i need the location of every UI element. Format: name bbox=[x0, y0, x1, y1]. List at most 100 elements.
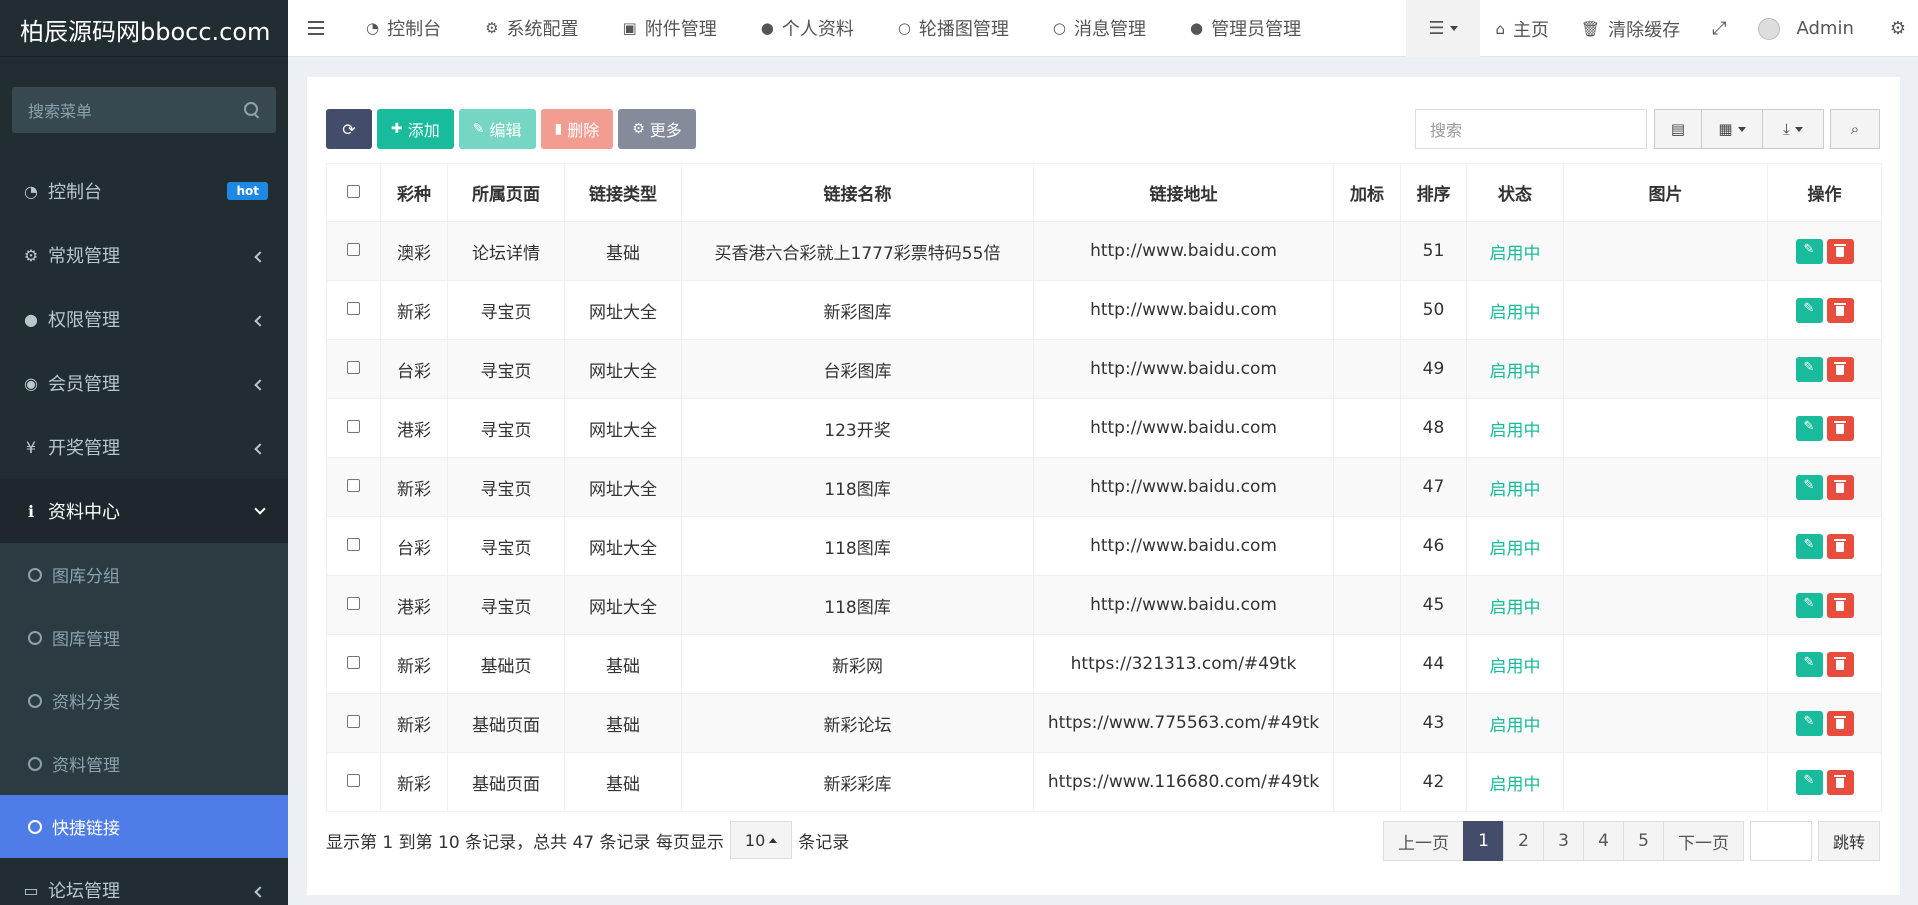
page-button[interactable]: 1 bbox=[1462, 821, 1504, 861]
nav-clear-cache[interactable]: 🗑 清除缓存 bbox=[1565, 0, 1696, 57]
table-row[interactable]: 新彩 寻宝页 网址大全 新彩图库 http://www.baidu.com 50 启用中 bbox=[326, 280, 1882, 340]
nav-system-config[interactable]: ⚙ 系统配置 bbox=[463, 0, 600, 57]
user-menu[interactable]: Admin bbox=[1742, 0, 1869, 57]
table-row[interactable]: 新彩 基础页 基础 新彩网 https://321313.com/#49tk 44 启用中 bbox=[326, 634, 1882, 694]
row-edit-button[interactable] bbox=[1795, 533, 1823, 559]
row-edit-button[interactable] bbox=[1795, 356, 1823, 382]
column-header[interactable]: 链接类型 bbox=[564, 163, 682, 222]
row-delete-button[interactable] bbox=[1826, 238, 1854, 264]
fullscreen-icon[interactable]: ⤢ bbox=[1696, 0, 1742, 57]
row-delete-button[interactable] bbox=[1826, 592, 1854, 618]
advanced-search-button[interactable]: ⌕ bbox=[1830, 109, 1880, 149]
table-row[interactable]: 新彩 基础页面 基础 新彩论坛 https://www.775563.com/#49tk… bbox=[326, 693, 1882, 753]
page-size-dropdown[interactable]: 10 bbox=[729, 821, 793, 859]
row-edit-button[interactable] bbox=[1795, 769, 1823, 795]
table-row[interactable]: 新彩 基础页面 基础 新彩彩库 https://www.116680.com/#49tk… bbox=[326, 752, 1882, 812]
sidebar-item-dashboard[interactable]: ◔ 控制台 hot bbox=[0, 159, 288, 223]
sidebar-item-lottery[interactable]: ¥ 开奖管理 bbox=[0, 415, 288, 479]
status-badge[interactable]: 启用中 bbox=[1490, 480, 1541, 500]
sidebar-item-data-center[interactable]: ℹ 资料中心 bbox=[0, 479, 288, 543]
row-delete-button[interactable] bbox=[1826, 356, 1854, 382]
refresh-button[interactable]: ⟳ bbox=[326, 109, 372, 149]
row-checkbox[interactable] bbox=[347, 715, 360, 728]
status-badge[interactable]: 启用中 bbox=[1490, 716, 1541, 736]
row-delete-button[interactable] bbox=[1826, 651, 1854, 677]
nav-dashboard[interactable]: ◔ 控制台 bbox=[344, 0, 463, 57]
sidebar-subitem-data-manage[interactable]: 资料管理 bbox=[0, 732, 288, 795]
row-edit-button[interactable] bbox=[1795, 297, 1823, 323]
more-button[interactable]: ⚙ 更多 bbox=[618, 109, 696, 149]
row-delete-button[interactable] bbox=[1826, 415, 1854, 441]
table-row[interactable]: 台彩 寻宝页 网址大全 台彩图库 http://www.baidu.com 49 启用中 bbox=[326, 339, 1882, 399]
sidebar-item-members[interactable]: ◉ 会员管理 bbox=[0, 351, 288, 415]
status-badge[interactable]: 启用中 bbox=[1490, 775, 1541, 795]
table-row[interactable]: 港彩 寻宝页 网址大全 118图库 http://www.baidu.com 45 启用中 bbox=[326, 575, 1882, 635]
status-badge[interactable]: 启用中 bbox=[1490, 244, 1541, 264]
column-header[interactable]: 链接地址 bbox=[1033, 163, 1334, 222]
status-badge[interactable]: 启用中 bbox=[1490, 598, 1541, 618]
row-checkbox[interactable] bbox=[347, 302, 360, 315]
nav-attachments[interactable]: ▣ 附件管理 bbox=[601, 0, 739, 57]
column-header[interactable]: 排序 bbox=[1400, 163, 1467, 222]
row-delete-button[interactable] bbox=[1826, 710, 1854, 736]
row-checkbox[interactable] bbox=[347, 361, 360, 374]
column-header[interactable]: 链接名称 bbox=[681, 163, 1034, 222]
sidebar-subitem-gallery-manage[interactable]: 图库管理 bbox=[0, 606, 288, 669]
row-checkbox[interactable] bbox=[347, 420, 360, 433]
status-badge[interactable]: 启用中 bbox=[1490, 303, 1541, 323]
column-header[interactable]: 彩种 bbox=[380, 163, 448, 222]
nav-home[interactable]: ⌂ 主页 bbox=[1480, 0, 1566, 57]
status-badge[interactable]: 启用中 bbox=[1490, 362, 1541, 382]
nav-messages[interactable]: ○ 消息管理 bbox=[1031, 0, 1168, 57]
page-button[interactable]: 4 bbox=[1582, 821, 1624, 861]
nav-admins[interactable]: ● 管理员管理 bbox=[1168, 0, 1323, 57]
nav-profile[interactable]: ● 个人资料 bbox=[739, 0, 876, 57]
row-edit-button[interactable] bbox=[1795, 651, 1823, 677]
row-delete-button[interactable] bbox=[1826, 297, 1854, 323]
jump-button[interactable]: 跳转 bbox=[1817, 821, 1880, 861]
search-icon[interactable] bbox=[244, 102, 260, 118]
page-button[interactable]: 3 bbox=[1542, 821, 1584, 861]
column-header[interactable]: 所属页面 bbox=[447, 163, 565, 222]
row-edit-button[interactable] bbox=[1795, 592, 1823, 618]
export-dropdown[interactable]: ⤓ bbox=[1762, 109, 1824, 149]
row-checkbox[interactable] bbox=[347, 597, 360, 610]
row-edit-button[interactable] bbox=[1795, 238, 1823, 264]
toggle-view-button[interactable]: ▤ bbox=[1654, 109, 1702, 149]
sidebar-toggle-icon[interactable] bbox=[288, 19, 344, 37]
row-checkbox[interactable] bbox=[347, 479, 360, 492]
edit-button[interactable]: ✎ 编辑 bbox=[458, 109, 536, 149]
row-edit-button[interactable] bbox=[1795, 710, 1823, 736]
status-badge[interactable]: 启用中 bbox=[1490, 421, 1541, 441]
jump-page-input[interactable] bbox=[1749, 821, 1812, 861]
column-header[interactable]: 图片 bbox=[1563, 163, 1768, 222]
add-button[interactable]: ✚ 添加 bbox=[377, 109, 454, 149]
columns-dropdown[interactable]: ▦ bbox=[1701, 109, 1763, 149]
table-search-input[interactable]: 搜索 bbox=[1415, 109, 1647, 149]
nav-carousel[interactable]: ○ 轮播图管理 bbox=[876, 0, 1031, 57]
row-delete-button[interactable] bbox=[1826, 769, 1854, 795]
status-badge[interactable]: 启用中 bbox=[1490, 657, 1541, 677]
row-delete-button[interactable] bbox=[1826, 533, 1854, 559]
sidebar-item-permissions[interactable]: ● 权限管理 bbox=[0, 287, 288, 351]
status-badge[interactable]: 启用中 bbox=[1490, 539, 1541, 559]
sidebar-subitem-data-category[interactable]: 资料分类 bbox=[0, 669, 288, 732]
sidebar-subitem-quick-links[interactable]: 快捷链接 bbox=[0, 795, 288, 858]
row-checkbox[interactable] bbox=[347, 656, 360, 669]
table-row[interactable]: 台彩 寻宝页 网址大全 118图库 http://www.baidu.com 46 启用中 bbox=[326, 516, 1882, 576]
sidebar-item-general[interactable]: ⚙ 常规管理 bbox=[0, 223, 288, 287]
row-checkbox[interactable] bbox=[347, 243, 360, 256]
menu-search-input[interactable]: 搜索菜单 bbox=[12, 87, 276, 133]
page-button[interactable]: 5 bbox=[1622, 821, 1664, 861]
prev-page-button[interactable]: 上一页 bbox=[1382, 821, 1464, 861]
gear-icon[interactable]: ⚙ bbox=[1870, 0, 1918, 57]
column-header[interactable]: 加标 bbox=[1333, 163, 1401, 222]
row-edit-button[interactable] bbox=[1795, 474, 1823, 500]
sidebar-item-forum[interactable]: ▭ 论坛管理 bbox=[0, 858, 288, 905]
select-all-checkbox[interactable] bbox=[347, 184, 360, 198]
menu-list-dropdown[interactable]: ☰ bbox=[1406, 0, 1480, 57]
row-checkbox[interactable] bbox=[347, 538, 360, 551]
row-checkbox[interactable] bbox=[347, 774, 360, 787]
delete-button[interactable]: ▮ 删除 bbox=[540, 109, 614, 149]
next-page-button[interactable]: 下一页 bbox=[1662, 821, 1744, 861]
